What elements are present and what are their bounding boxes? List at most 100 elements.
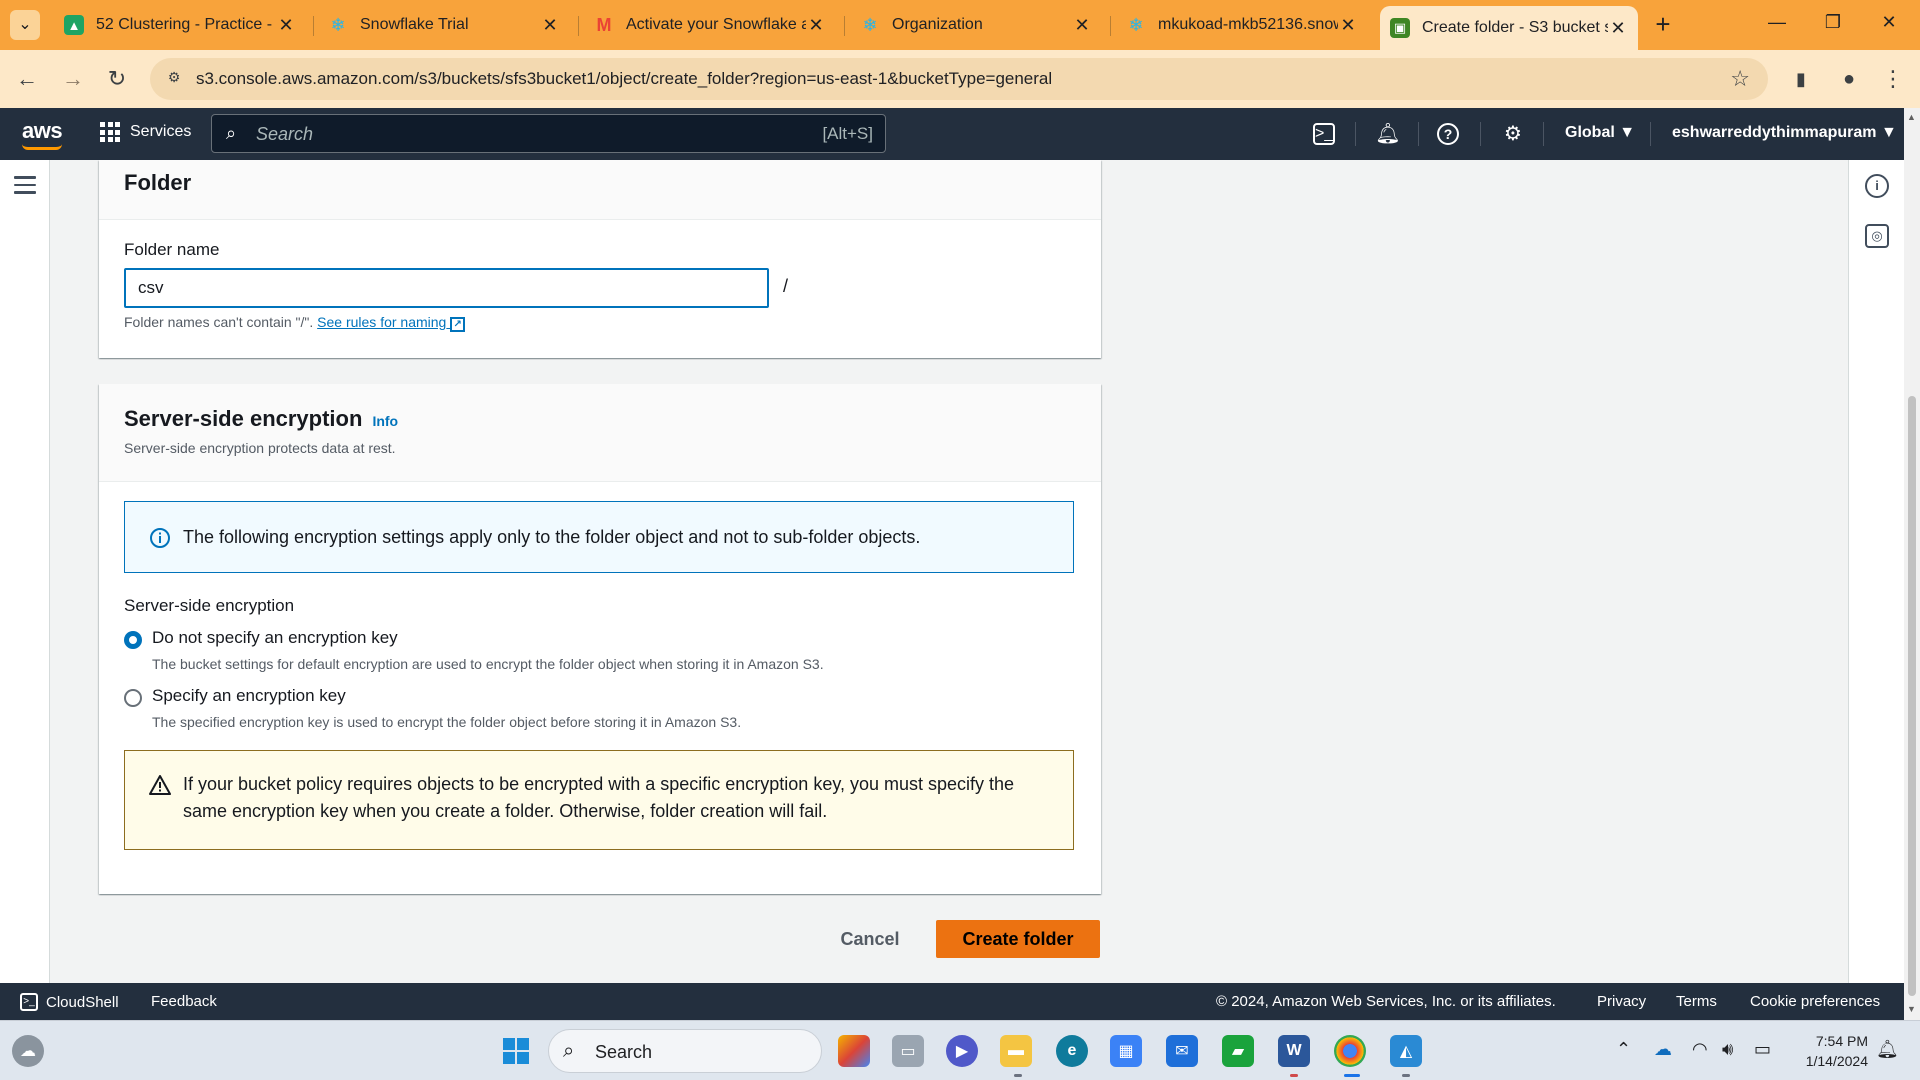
- reload-icon[interactable]: ↻: [102, 64, 132, 94]
- warning-alert: If your bucket policy requires objects t…: [124, 750, 1074, 850]
- bookmark-star-icon[interactable]: ☆: [1730, 66, 1750, 92]
- info-circle-icon: [150, 528, 170, 548]
- browser-tab-4[interactable]: ❄ Organization ✕: [850, 8, 1102, 42]
- radio-option-no-key[interactable]: Do not specify an encryption key The buc…: [124, 628, 824, 672]
- browser-tab-1[interactable]: ▲ 52 Clustering - Practice - G ✕: [54, 8, 306, 42]
- radio-button-selected[interactable]: [124, 631, 142, 649]
- onedrive-icon[interactable]: ☁: [1654, 1039, 1672, 1060]
- word-icon[interactable]: W: [1278, 1035, 1310, 1067]
- radio-option-specify-key[interactable]: Specify an encryption key The specified …: [124, 686, 741, 730]
- scroll-up-arrow-icon[interactable]: ▲: [1907, 112, 1916, 122]
- url-text[interactable]: s3.console.aws.amazon.com/s3/buckets/sfs…: [196, 69, 1052, 89]
- radio-label: Do not specify an encryption key: [152, 628, 398, 647]
- tab-search-chevron-icon[interactable]: ⌄: [10, 10, 40, 40]
- close-tab-icon[interactable]: ✕: [806, 15, 826, 36]
- volume-icon[interactable]: 🔊︎: [1722, 1039, 1733, 1060]
- chrome-icon[interactable]: [1334, 1035, 1366, 1067]
- back-arrow-icon[interactable]: ←: [12, 64, 42, 94]
- close-tab-icon[interactable]: ✕: [276, 15, 296, 36]
- info-panel-icon[interactable]: i: [1865, 174, 1889, 198]
- photos-icon[interactable]: ◭: [1390, 1035, 1422, 1067]
- forward-arrow-icon[interactable]: →: [58, 64, 88, 94]
- amazon-q-icon[interactable]: ◎: [1865, 224, 1889, 248]
- browser-tab-active[interactable]: ▣ Create folder - S3 bucket s ✕: [1380, 6, 1638, 50]
- address-bar[interactable]: ⚙ s3.console.aws.amazon.com/s3/buckets/s…: [150, 58, 1768, 100]
- create-folder-button[interactable]: Create folder: [936, 920, 1100, 958]
- cloudshell-icon: >_: [20, 993, 38, 1011]
- aws-search-input[interactable]: [256, 121, 756, 147]
- windows-start-icon[interactable]: [500, 1035, 532, 1067]
- tab-title: mkukoad-mkb52136.snow: [1158, 16, 1338, 33]
- region-selector[interactable]: Global ▼: [1565, 124, 1635, 142]
- aws-search-box[interactable]: ⌕ [Alt+S]: [211, 114, 886, 153]
- close-tab-icon[interactable]: ✕: [1608, 18, 1628, 39]
- terms-link[interactable]: Terms: [1676, 993, 1717, 1010]
- weather-icon[interactable]: ☁: [12, 1035, 44, 1067]
- cookie-preferences-link[interactable]: Cookie preferences: [1750, 993, 1880, 1010]
- microsoft-store-icon[interactable]: ▦: [1110, 1035, 1142, 1067]
- new-tab-icon[interactable]: +: [1648, 10, 1678, 40]
- task-view-icon[interactable]: ▭: [892, 1035, 924, 1067]
- browser-tab-5[interactable]: ❄ mkukoad-mkb52136.snow ✕: [1116, 8, 1368, 42]
- taskbar-search[interactable]: ⌕ Search: [548, 1029, 822, 1073]
- profile-avatar-icon[interactable]: ●: [1834, 64, 1864, 94]
- close-tab-icon[interactable]: ✕: [1072, 15, 1092, 36]
- minimize-icon[interactable]: —: [1762, 12, 1792, 33]
- close-window-icon[interactable]: ✕: [1874, 12, 1904, 33]
- tab-divider: [578, 16, 579, 36]
- browser-tab-2[interactable]: ❄ Snowflake Trial ✕: [318, 8, 570, 42]
- running-indicator: [1290, 1074, 1298, 1077]
- side-panel-icon[interactable]: ▮: [1786, 64, 1816, 94]
- nav-divider: [1355, 122, 1356, 146]
- page-scrollbar[interactable]: ▲ ▼: [1904, 108, 1920, 1020]
- edge-browser-icon[interactable]: e: [1056, 1035, 1088, 1067]
- radio-button[interactable]: [124, 689, 142, 707]
- aws-logo-smile: [22, 144, 62, 150]
- file-explorer-icon[interactable]: ▬: [1000, 1035, 1032, 1067]
- folder-name-label: Folder name: [124, 240, 220, 259]
- scroll-thumb[interactable]: [1908, 396, 1916, 996]
- browser-menu-icon[interactable]: ⋮: [1878, 64, 1908, 94]
- teams-chat-icon[interactable]: ▶: [946, 1035, 978, 1067]
- restore-icon[interactable]: ❐: [1818, 12, 1848, 33]
- system-clock[interactable]: 7:54 PM 1/14/2024: [1780, 1031, 1868, 1071]
- folder-panel-header: Folder: [99, 160, 1101, 220]
- tray-overflow-chevron-icon[interactable]: ⌃: [1616, 1039, 1631, 1060]
- aws-footer: >_ CloudShell Feedback © 2024, Amazon We…: [0, 983, 1904, 1020]
- settings-gear-icon[interactable]: ⚙: [1500, 121, 1526, 147]
- browser-tab-3[interactable]: M Activate your Snowflake ac ✕: [584, 8, 836, 42]
- cancel-button[interactable]: Cancel: [820, 920, 920, 958]
- tab-title: Organization: [892, 16, 983, 33]
- aws-logo[interactable]: aws: [22, 118, 63, 144]
- hamburger-menu-icon[interactable]: [14, 176, 36, 194]
- scroll-down-arrow-icon[interactable]: ▼: [1907, 1004, 1916, 1014]
- site-info-icon[interactable]: ⚙: [164, 69, 184, 89]
- cloudshell-icon[interactable]: >_: [1313, 123, 1335, 145]
- battery-icon[interactable]: ▭: [1754, 1039, 1771, 1060]
- running-indicator: [1014, 1074, 1022, 1077]
- folder-name-input[interactable]: [124, 268, 769, 308]
- close-tab-icon[interactable]: ✕: [1338, 15, 1358, 36]
- close-tab-icon[interactable]: ✕: [540, 15, 560, 36]
- feedback-link[interactable]: Feedback: [151, 993, 217, 1010]
- tab-title: Create folder - S3 bucket s: [1422, 19, 1608, 36]
- mail-icon[interactable]: ✉: [1166, 1035, 1198, 1067]
- help-icon[interactable]: ?: [1437, 123, 1459, 145]
- left-navigation-rail: [0, 160, 50, 983]
- region-label: Global: [1565, 124, 1615, 141]
- copilot-icon[interactable]: [838, 1035, 870, 1067]
- grid-icon: [100, 122, 120, 142]
- privacy-link[interactable]: Privacy: [1597, 993, 1646, 1010]
- info-link[interactable]: Info: [372, 413, 398, 429]
- aws-top-nav: aws Services ⌕ [Alt+S] >_ 🔔︎ ? ⚙ Global …: [0, 108, 1904, 160]
- notifications-bell-icon[interactable]: 🔔︎: [1375, 121, 1401, 147]
- account-menu[interactable]: eshwarreddythimmapuram ▼: [1672, 124, 1897, 142]
- chat-app-icon[interactable]: ▰: [1222, 1035, 1254, 1067]
- copyright-text: © 2024, Amazon Web Services, Inc. or its…: [1216, 993, 1556, 1010]
- wifi-icon[interactable]: ◠: [1692, 1039, 1708, 1060]
- notification-bell-icon[interactable]: 🔔︎: [1876, 1039, 1899, 1060]
- cloudshell-button[interactable]: >_ CloudShell: [20, 993, 119, 1011]
- services-menu-button[interactable]: Services: [100, 122, 191, 142]
- naming-rules-link[interactable]: See rules for naming ↗: [317, 314, 466, 332]
- search-icon: ⌕: [226, 123, 237, 143]
